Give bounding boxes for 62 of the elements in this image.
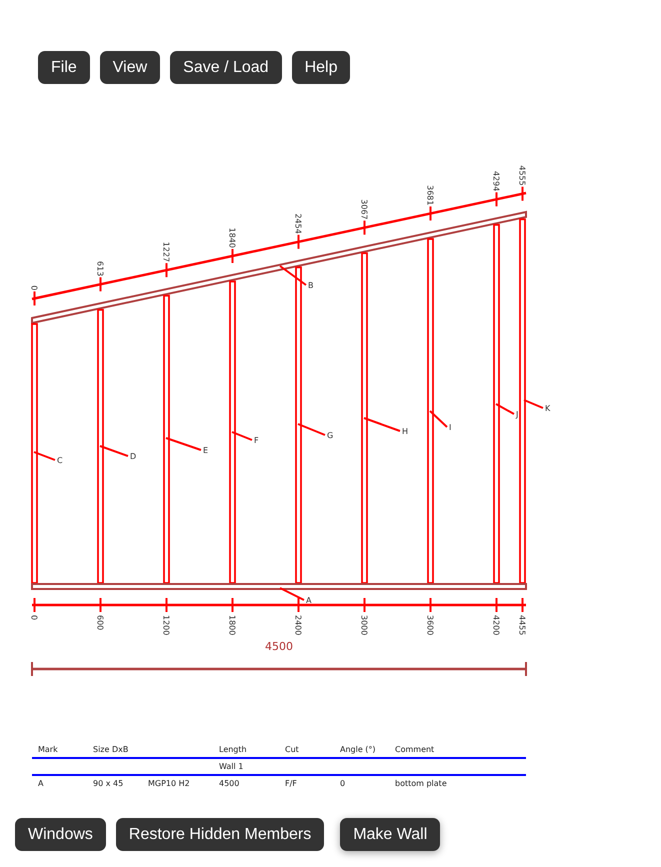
dimension-label: 4455 [518, 615, 526, 636]
dimension-label: 600 [96, 615, 104, 630]
column-header: Mark [37, 745, 59, 754]
table-cell-text: bottom plate [394, 779, 448, 788]
menu-button[interactable]: Help [292, 51, 350, 84]
dimension-label: 1840 [228, 228, 236, 248]
member-mark: A [306, 596, 312, 605]
column-header: Size DxB [92, 745, 130, 754]
column-header: Angle (°) [339, 745, 377, 754]
leader-line [524, 399, 544, 409]
table-cell-text: 90 x 45 [92, 779, 124, 788]
leader-line [166, 437, 202, 451]
column-header: Length [218, 745, 248, 754]
action-button[interactable]: Restore Hidden Members [116, 818, 324, 851]
member-mark: K [545, 404, 550, 413]
table-cell-text: F/F [284, 779, 298, 788]
member-mark: H [402, 427, 408, 436]
leader-line [100, 445, 128, 457]
dimension-label: 0 [30, 615, 38, 620]
leader-line [364, 417, 400, 432]
dimension-label: 3000 [360, 615, 368, 636]
member-mark: E [203, 446, 208, 455]
menu-button[interactable]: View [100, 51, 160, 84]
dimension-label: 613 [96, 261, 104, 276]
member-mark: B [308, 281, 314, 290]
table-cell-text: A [37, 779, 44, 788]
member-mark: F [254, 436, 259, 445]
dimension-label: 1227 [162, 242, 170, 262]
group-label: Wall 1 [218, 762, 244, 771]
member-mark: G [327, 431, 334, 440]
dimension-label: 3600 [426, 615, 434, 636]
dimension-label: 2454 [294, 213, 302, 234]
dimension-label: 4200 [492, 615, 500, 636]
table-cell-text: 0 [339, 779, 346, 788]
total-length-label: 4500 [265, 640, 293, 653]
leader-line [34, 451, 56, 461]
table-cell-text: MGP10 H2 [147, 779, 191, 788]
dimension-label: 3067 [360, 199, 368, 220]
leader-line [429, 410, 448, 428]
member-mark: I [449, 423, 452, 432]
dimension-label: 1800 [228, 615, 236, 636]
leader-line [298, 423, 326, 436]
menu-button[interactable]: Save / Load [170, 51, 282, 84]
menu-button[interactable]: File [38, 51, 90, 84]
leader-line [279, 265, 307, 286]
action-button[interactable]: Make Wall [340, 818, 440, 851]
leader-line [496, 403, 514, 415]
member-mark: J [516, 410, 518, 419]
dimension-label: 0 [30, 285, 38, 290]
column-header: Cut [284, 745, 300, 754]
column-header: Comment [394, 745, 436, 754]
table-cell-text: 4500 [218, 779, 240, 788]
dimension-label: 3681 [426, 185, 434, 206]
dimension-label: 4294 [492, 170, 500, 192]
dimension-label: 2400 [294, 615, 302, 636]
action-button[interactable]: Windows [15, 818, 106, 851]
leader-line [280, 587, 304, 601]
dimension-label: 4555 [518, 165, 526, 186]
member-mark: C [57, 456, 63, 465]
member-mark: D [130, 452, 136, 461]
dimension-label: 1200 [162, 615, 170, 636]
leader-line [232, 431, 252, 441]
